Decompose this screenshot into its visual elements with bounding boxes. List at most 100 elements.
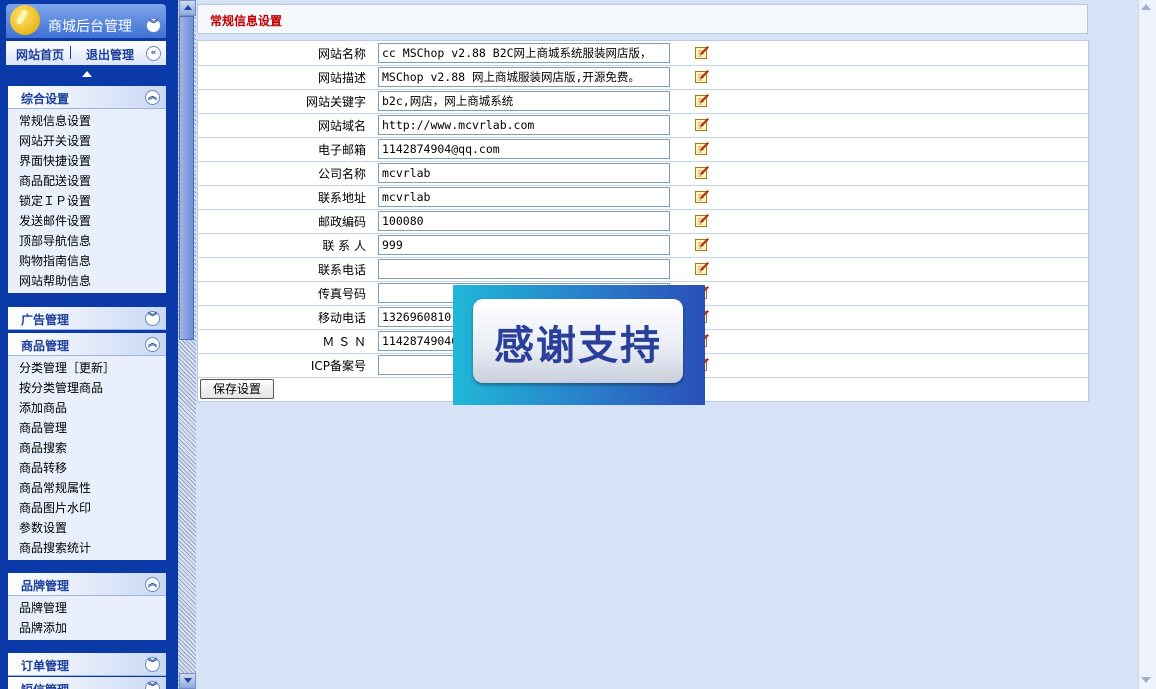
field-label: 电子邮箱 — [317, 143, 366, 157]
menu-item[interactable]: 顶部导航信息 — [8, 231, 166, 251]
form-row: 网站名称 cc MSChop v2.88 B2C网上商城系统服装网店版， — [198, 41, 1088, 66]
home-link[interactable]: 网站首页 — [16, 46, 64, 63]
menu-item[interactable]: 商品转移 — [8, 458, 166, 478]
menu-section-header[interactable]: 品牌管理 ︽ — [8, 573, 166, 596]
menu-section-body: 常规信息设置 网站开关设置 界面快捷设置 商品配送设置 锁定ＩＰ设置 发送邮件设置 顶部导航… — [8, 109, 166, 293]
form-row: 电子邮箱 1142874904@qq.com — [198, 137, 1088, 162]
chevron-up-icon[interactable]: ︽ — [145, 337, 160, 352]
field-label: Ｍ Ｓ Ｎ — [322, 335, 366, 349]
menu-item[interactable]: 商品配送设置 — [8, 171, 166, 191]
form-row: 联系电话 — [198, 257, 1088, 282]
menu-section: 广告管理 ︾ — [8, 307, 166, 330]
field-input[interactable]: b2c,网店，网上商城系统 — [378, 91, 670, 111]
menu-item[interactable]: 网站开关设置 — [8, 131, 166, 151]
field-input[interactable]: 1142874904@qq.com — [378, 139, 670, 159]
field-input[interactable]: 999 — [378, 235, 670, 255]
menu-section: 短信管理 ︾ — [8, 677, 166, 689]
field-label: 网站名称 — [317, 47, 366, 61]
edit-note-icon[interactable] — [695, 261, 709, 275]
chevron-up-icon[interactable]: ︽ — [145, 90, 160, 105]
scroll-thumb[interactable] — [179, 16, 194, 340]
menu-item[interactable]: 界面快捷设置 — [8, 151, 166, 171]
edit-note-icon[interactable] — [695, 141, 709, 155]
menu-section-header[interactable]: 综合设置 ︽ — [8, 86, 166, 109]
menu-item[interactable]: 购物指南信息 — [8, 251, 166, 271]
field-input[interactable] — [378, 259, 670, 279]
arrow-up-icon — [184, 5, 192, 10]
sidebar: 商城后台管理 ︾ 网站首页 退出管理 « 综合设置 ︽ 常规信息设置 网站开关设置 界面… — [0, 0, 178, 689]
edit-note-icon[interactable] — [695, 165, 709, 179]
menu-item[interactable]: 常规信息设置 — [8, 111, 166, 131]
menu-item[interactable]: 添加商品 — [8, 398, 166, 418]
arrow-down-icon[interactable] — [1141, 677, 1151, 683]
menu-section-title: 综合设置 — [21, 92, 70, 106]
form-row: 邮政编码 100080 — [198, 209, 1088, 234]
field-input[interactable]: http://www.mcvrlab.com — [378, 115, 670, 135]
sidebar-header: 商城后台管理 ︾ — [6, 4, 166, 38]
menu-item[interactable]: 分类管理［更新］ — [8, 358, 166, 378]
menu-section-header[interactable]: 订单管理 ︾ — [8, 653, 166, 676]
menu-item[interactable]: 网站帮助信息 — [8, 271, 166, 291]
form-row: 网站描述 MSChop v2.88 网上商城服装网店版,开源免费。 — [198, 65, 1088, 90]
menu-section-header[interactable]: 短信管理 ︾ — [8, 677, 166, 689]
field-label: 联系电话 — [317, 263, 366, 277]
form-row: 公司名称 mcvrlab — [198, 161, 1088, 186]
field-label: ICP备案号 — [310, 359, 366, 373]
page-scrollbar[interactable] — [1138, 0, 1156, 689]
menu-item[interactable]: 参数设置 — [8, 518, 166, 538]
edit-note-icon[interactable] — [695, 69, 709, 83]
field-input[interactable]: MSChop v2.88 网上商城服装网店版,开源免费。 — [378, 67, 670, 87]
menu-section-title: 商品管理 — [21, 339, 70, 353]
menu-item[interactable]: 发送邮件设置 — [8, 211, 166, 231]
field-input[interactable]: mcvrlab — [378, 187, 670, 207]
field-label: 联 系 人 — [322, 239, 366, 253]
edit-note-icon[interactable] — [695, 189, 709, 203]
scroll-down-button[interactable] — [179, 673, 196, 689]
menu-item[interactable]: 商品图片水印 — [8, 498, 166, 518]
form-row: 联系地址 mcvrlab — [198, 185, 1088, 210]
menu-item[interactable]: 商品搜索统计 — [8, 538, 166, 558]
top-links: 网站首页 退出管理 « — [6, 41, 166, 65]
arrow-up-icon[interactable] — [1141, 4, 1151, 10]
menu-item[interactable]: 品牌管理 — [8, 598, 166, 618]
edit-note-icon[interactable] — [695, 213, 709, 227]
collapse-arrow-icon[interactable] — [82, 71, 92, 77]
menu-item[interactable]: 按分类管理商品 — [8, 378, 166, 398]
menu-section: 商品管理 ︽ 分类管理［更新］ 按分类管理商品 添加商品 商品管理 商品搜索 商品转移 商品常规… — [8, 333, 166, 560]
menu-item[interactable]: 商品搜索 — [8, 438, 166, 458]
chevron-down-icon[interactable]: ︾ — [145, 311, 160, 326]
logout-link[interactable]: 退出管理 — [86, 46, 134, 63]
save-button[interactable]: 保存设置 — [200, 379, 274, 399]
menu-section-header[interactable]: 广告管理 ︾ — [8, 307, 166, 330]
menu-section-title: 广告管理 — [21, 313, 70, 327]
menu-section: 综合设置 ︽ 常规信息设置 网站开关设置 界面快捷设置 商品配送设置 锁定ＩＰ设置 发送邮件设… — [8, 86, 166, 293]
menu-section: 订单管理 ︾ — [8, 653, 166, 676]
menu-item[interactable]: 品牌添加 — [8, 618, 166, 638]
menu-item[interactable]: 商品常规属性 — [8, 478, 166, 498]
edit-note-icon[interactable] — [695, 237, 709, 251]
edit-note-icon[interactable] — [695, 93, 709, 107]
chevron-down-icon[interactable]: ︾ — [146, 18, 161, 33]
menu-section-title: 短信管理 — [21, 681, 69, 689]
form-row: 网站关键字 b2c,网店，网上商城系统 — [198, 89, 1088, 114]
menu-item[interactable]: 锁定ＩＰ设置 — [8, 191, 166, 211]
menu-section-header[interactable]: 商品管理 ︽ — [8, 333, 166, 356]
field-input[interactable]: mcvrlab — [378, 163, 670, 183]
app-title: 商城后台管理 — [48, 19, 132, 35]
edit-note-icon[interactable] — [695, 45, 709, 59]
menu-item[interactable]: 商品管理 — [8, 418, 166, 438]
menu-section-body: 品牌管理 品牌添加 — [8, 596, 166, 640]
chevron-down-icon[interactable]: ︾ — [145, 657, 160, 672]
chevron-left-icon[interactable]: « — [146, 46, 161, 61]
chevron-down-icon[interactable]: ︾ — [145, 681, 160, 689]
scroll-up-button[interactable] — [179, 0, 196, 16]
chevron-up-icon[interactable]: ︽ — [145, 577, 160, 592]
field-label: 移动电话 — [317, 311, 366, 325]
field-label: 传真号码 — [317, 287, 366, 301]
field-label: 网站关键字 — [305, 95, 366, 109]
page-title-bar: 常规信息设置 — [197, 4, 1088, 34]
edit-note-icon[interactable] — [695, 117, 709, 131]
field-input[interactable]: cc MSChop v2.88 B2C网上商城系统服装网店版， — [378, 43, 670, 63]
sidebar-scrollbar[interactable] — [178, 0, 196, 689]
field-input[interactable]: 100080 — [378, 211, 670, 231]
